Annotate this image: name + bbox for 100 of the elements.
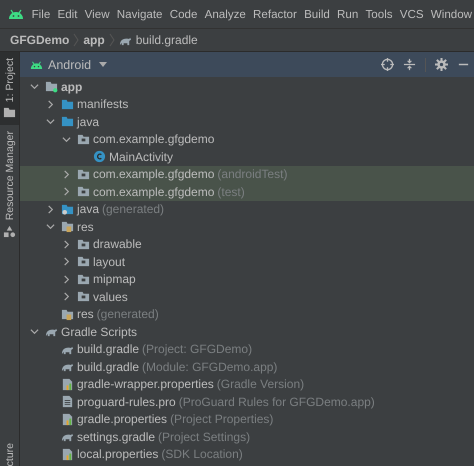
collapse-all-icon[interactable] (403, 58, 416, 71)
module-folder-icon (45, 80, 58, 94)
package-folder-icon (77, 132, 90, 146)
chevron-right-icon[interactable] (62, 292, 71, 302)
package-folder-icon (77, 238, 90, 251)
chevron-down-icon[interactable] (30, 327, 39, 336)
folder-icon (61, 98, 74, 111)
chevron-right-icon[interactable] (46, 204, 55, 214)
menu-item[interactable]: Analyze (201, 8, 250, 20)
tree-item[interactable]: gradle.properties (Project Properties) (20, 410, 474, 428)
tree-item[interactable]: res (20, 218, 474, 236)
item-label: com.example.gfgdemo (93, 184, 214, 199)
package-folder-icon (77, 185, 90, 198)
caret-icon (99, 62, 108, 67)
item-note: (Project: GFGDemo) (142, 342, 252, 356)
folder-icon (61, 115, 74, 128)
tree-item[interactable]: drawable (20, 236, 474, 253)
item-label: settings.gradle (77, 430, 156, 444)
tree-item[interactable]: settings.gradle (Project Settings) (20, 428, 474, 446)
item-label: com.example.gfgdemo (93, 167, 214, 182)
chevron-down-icon[interactable] (30, 82, 39, 92)
item-label: local.properties (77, 447, 158, 462)
file-icon (61, 395, 74, 408)
chevron-down-icon[interactable] (62, 134, 71, 144)
tree-item[interactable]: com.example.gfgdemo (20, 130, 474, 148)
settings-icon[interactable] (435, 58, 448, 71)
package-folder-icon (77, 168, 90, 181)
item-label: res (77, 220, 94, 234)
tree-item[interactable]: res (generated) (20, 306, 474, 323)
side-tab[interactable]: Resource Manager (0, 125, 19, 244)
item-label: build.gradle (77, 342, 140, 356)
item-label: drawable (93, 237, 142, 252)
chevron-down-icon[interactable] (46, 117, 55, 126)
menu-item[interactable]: Code (166, 8, 202, 20)
view-dropdown[interactable]: Android (30, 58, 108, 72)
separator-icon (73, 33, 80, 47)
item-note: (Gradle Version) (216, 377, 304, 392)
chevron-right-icon[interactable] (62, 170, 71, 179)
tree-item[interactable]: java (generated) (20, 200, 474, 218)
android-icon (8, 9, 24, 19)
item-label: values (93, 290, 128, 304)
item-label: res (77, 307, 94, 322)
tree-item[interactable]: build.gradle (Project: GFGDemo) (20, 340, 474, 358)
class-icon (93, 150, 106, 164)
menu-item[interactable]: Run (333, 8, 362, 20)
menu-item[interactable]: View (81, 8, 114, 20)
side-tab[interactable]: cture (0, 440, 19, 466)
tree-item[interactable]: mipmap (20, 270, 474, 288)
item-note: (SDK Location) (161, 447, 243, 462)
tree-item[interactable]: MainActivity (20, 148, 474, 166)
item-label: manifests (77, 97, 128, 112)
item-label: java (77, 114, 100, 129)
shapes-icon (3, 224, 16, 238)
item-note: (Project Settings) (158, 430, 250, 444)
chevron-right-icon[interactable] (46, 100, 55, 109)
item-label: proguard-rules.pro (77, 394, 176, 409)
tree-item[interactable]: values (20, 288, 474, 306)
item-label: layout (93, 254, 126, 269)
menu-item[interactable]: File (28, 8, 54, 20)
menu-item[interactable]: VCS (396, 8, 428, 20)
menu-item[interactable]: Edit (54, 8, 82, 20)
menu-item[interactable]: Window (427, 8, 474, 20)
item-label: java (77, 202, 100, 216)
package-folder-icon (77, 272, 90, 286)
chevron-right-icon[interactable] (62, 274, 71, 284)
tree-item[interactable]: proguard-rules.pro (ProGuard Rules for GFGDemo.app) (20, 393, 474, 410)
chevron-down-icon[interactable] (46, 222, 55, 232)
chevron-right-icon[interactable] (62, 240, 71, 249)
menu-item[interactable]: Navigate (113, 8, 166, 20)
item-label: MainActivity (109, 150, 174, 164)
breadcrumb-item[interactable]: GFGDemo (10, 33, 70, 47)
item-note: (Project Properties) (170, 412, 274, 426)
tree-item[interactable]: Gradle Scripts (20, 323, 474, 340)
breadcrumb-item[interactable]: app (83, 33, 105, 47)
menu-item[interactable]: Refactor (249, 8, 300, 20)
breadcrumb-item[interactable]: build.gradle (136, 33, 198, 47)
tree-item[interactable]: gradle-wrapper.properties (Gradle Version) (20, 376, 474, 393)
item-note: (generated) (96, 307, 159, 322)
android-icon (30, 60, 43, 68)
item-label: Gradle Scripts (61, 324, 138, 339)
tree-item[interactable]: manifests (20, 96, 474, 113)
properties-file-icon (61, 378, 74, 391)
item-label: gradle-wrapper.properties (77, 377, 214, 392)
menu-item[interactable]: Build (300, 8, 334, 20)
separator-icon (108, 33, 115, 47)
tree-item[interactable]: build.gradle (Module: GFGDemo.app) (20, 358, 474, 376)
tree-item[interactable]: app (20, 78, 474, 96)
package-folder-icon (77, 290, 90, 304)
tree-item[interactable]: java (20, 113, 474, 130)
chevron-right-icon[interactable] (62, 257, 71, 266)
chevron-right-icon[interactable] (62, 187, 71, 196)
side-tab[interactable]: 1: Project (0, 52, 19, 126)
item-label: gradle.properties (77, 412, 168, 426)
tree-item[interactable]: local.properties (SDK Location) (20, 446, 474, 463)
menu-item[interactable]: Tools (362, 8, 396, 20)
crosshair-icon[interactable] (381, 58, 394, 71)
item-note: (generated) (102, 202, 164, 216)
resource-folder-icon (61, 308, 74, 321)
tree-item[interactable]: layout (20, 253, 474, 270)
folder-icon (3, 106, 16, 120)
